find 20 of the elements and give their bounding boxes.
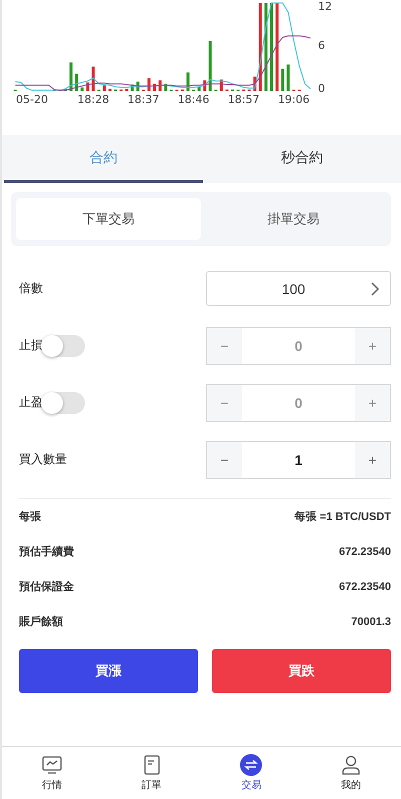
info-value: 70001.3: [351, 616, 391, 628]
axis-label: 19:06: [278, 93, 310, 106]
axis-label: 18:57: [228, 93, 260, 106]
axis-label: 0: [318, 82, 325, 96]
info-value: 672.23540: [339, 546, 391, 558]
info-label: 每張: [19, 510, 41, 524]
field-label: 買入數量: [19, 451, 67, 468]
axis-label: 12: [318, 0, 332, 14]
info-label: 預估保證金: [19, 580, 74, 594]
field-label: 止盈: [19, 394, 43, 411]
axis-label: 18:28: [77, 93, 110, 106]
info-value: 672.23540: [339, 580, 391, 592]
axis-label: 18:46: [178, 93, 210, 106]
info-label: 賬戶餘額: [19, 614, 63, 629]
axis-label: 05-20: [16, 93, 48, 106]
info-label: 預估手續費: [19, 544, 74, 559]
info-value: 每張 =1 BTC/USDT: [294, 510, 391, 524]
field-label: 倍數: [19, 280, 43, 297]
axis-label: 18:37: [128, 93, 160, 106]
axis-label: 6: [318, 39, 325, 52]
